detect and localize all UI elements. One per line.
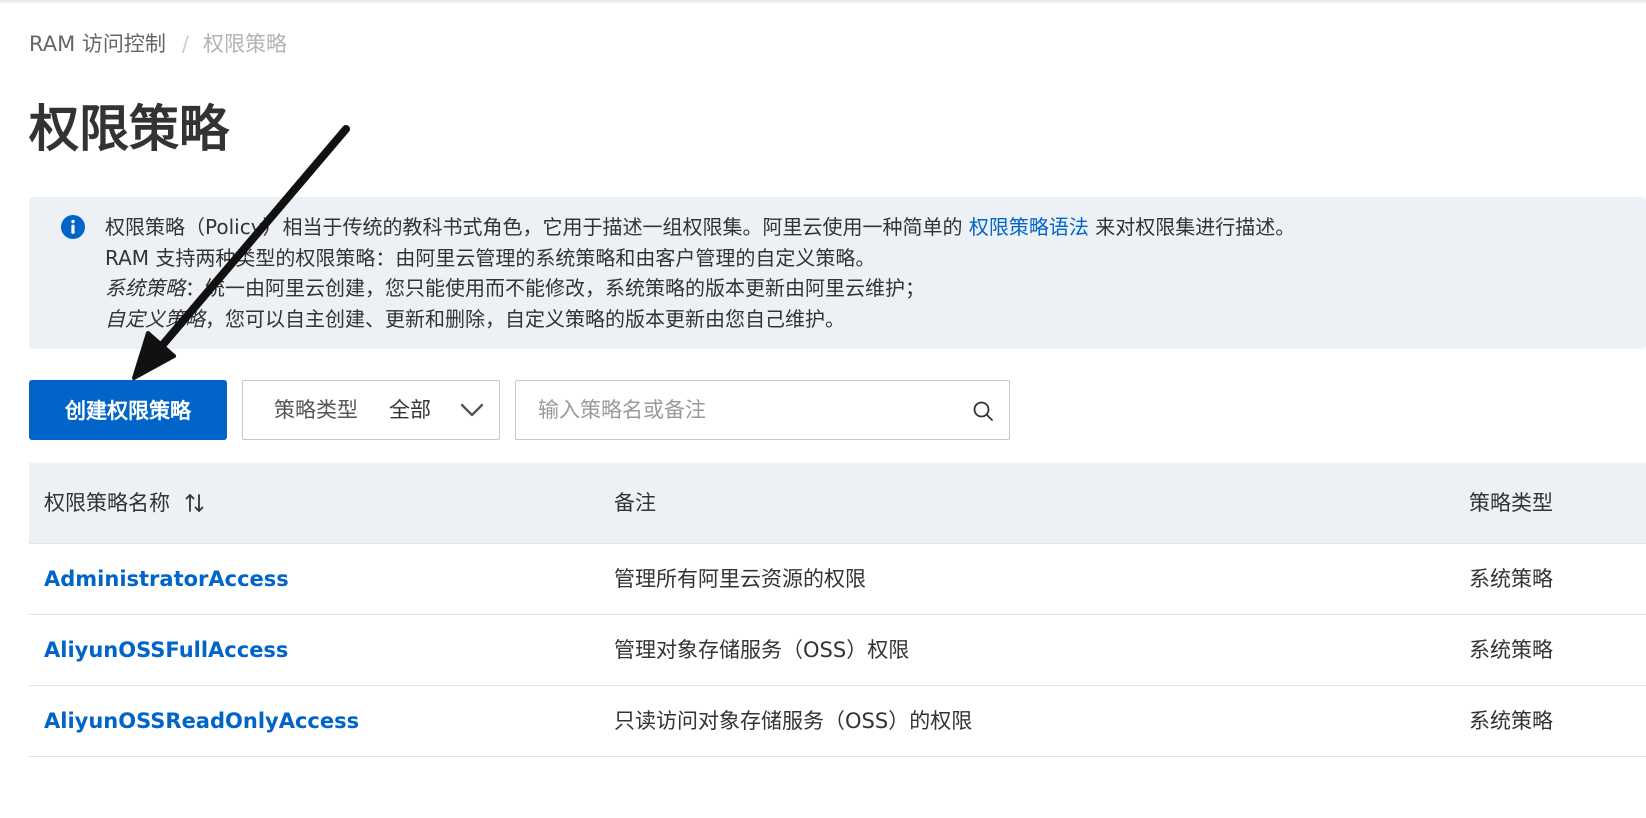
column-header-name: 权限策略名称	[44, 488, 206, 518]
policy-type-label: 策略类型	[274, 398, 358, 422]
column-header-name-label: 权限策略名称	[44, 491, 170, 515]
table-row: AliyunOSSFullAccess 管理对象存储服务（OSS）权限 系统策略	[29, 615, 1646, 686]
policy-type: 系统策略	[1469, 567, 1553, 591]
top-shadow	[0, 0, 1646, 4]
breadcrumb-separator: /	[181, 32, 189, 56]
page-title: 权限策略	[29, 100, 229, 158]
policy-name-link[interactable]: AliyunOSSReadOnlyAccess	[44, 706, 359, 736]
policy-name-link[interactable]: AdministratorAccess	[44, 564, 289, 594]
column-header-note: 备注	[614, 491, 656, 515]
sort-icon[interactable]	[184, 492, 206, 514]
policy-note: 管理所有阿里云资源的权限	[614, 567, 866, 591]
notice-line-2: RAM 支持两种类型的权限策略：由阿里云管理的系统策略和由客户管理的自定义策略。	[105, 245, 876, 270]
notice-line-3-text: ：统一由阿里云创建，您只能使用而不能修改，系统策略的版本更新由阿里云维护；	[185, 276, 925, 300]
table-header: 权限策略名称 备注 策略类型	[29, 463, 1646, 544]
create-policy-button[interactable]: 创建权限策略	[29, 380, 227, 440]
search-icon[interactable]	[972, 400, 994, 422]
table-row: AdministratorAccess 管理所有阿里云资源的权限 系统策略	[29, 544, 1646, 615]
policy-name-link[interactable]: AliyunOSSFullAccess	[44, 635, 288, 665]
info-icon	[61, 215, 85, 239]
policy-search-input[interactable]	[538, 390, 958, 430]
breadcrumb-current: 权限策略	[202, 32, 287, 56]
policy-search-box	[515, 380, 1010, 440]
notice-text: 权限策略（Policy）相当于传统的教科书式角色，它用于描述一组权限集。阿里云使…	[105, 212, 1295, 334]
notice-line-4-text: ，您可以自主创建、更新和删除，自定义策略的版本更新由您自己维护。	[205, 306, 845, 331]
policy-type-value: 全部	[389, 398, 431, 422]
policy-type: 系统策略	[1469, 709, 1553, 733]
policy-type-select[interactable]: 策略类型 全部	[242, 380, 500, 440]
notice-line-3: 系统策略：统一由阿里云创建，您只能使用而不能修改，系统策略的版本更新由阿里云维护…	[105, 273, 1295, 304]
column-header-type: 策略类型	[1469, 491, 1553, 515]
notice-line-1-text: 权限策略（Policy）相当于传统的教科书式角色，它用于描述一组权限集。阿里云使…	[105, 215, 969, 239]
notice-line-4: 自定义策略，您可以自主创建、更新和删除，自定义策略的版本更新由您自己维护。	[105, 304, 1295, 335]
breadcrumb-root-link[interactable]: RAM 访问控制	[29, 30, 166, 58]
table-row: AliyunOSSReadOnlyAccess 只读访问对象存储服务（OSS）的…	[29, 686, 1646, 757]
policy-type: 系统策略	[1469, 638, 1553, 662]
chevron-down-icon	[460, 403, 484, 417]
policy-note: 只读访问对象存储服务（OSS）的权限	[614, 709, 973, 733]
notice-line-1-tail: 来对权限集进行描述。	[1088, 215, 1296, 239]
policy-note: 管理对象存储服务（OSS）权限	[614, 638, 910, 662]
system-policy-term: 系统策略	[105, 276, 185, 300]
breadcrumb: RAM 访问控制 / 权限策略	[29, 30, 287, 58]
custom-policy-term: 自定义策略	[105, 306, 205, 331]
notice-line-1: 权限策略（Policy）相当于传统的教科书式角色，它用于描述一组权限集。阿里云使…	[105, 212, 1295, 243]
policy-table: 权限策略名称 备注 策略类型 AdministratorAccess 管理所有阿…	[29, 463, 1646, 757]
info-notice: 权限策略（Policy）相当于传统的教科书式角色，它用于描述一组权限集。阿里云使…	[29, 197, 1646, 349]
policy-syntax-link[interactable]: 权限策略语法	[969, 215, 1089, 239]
